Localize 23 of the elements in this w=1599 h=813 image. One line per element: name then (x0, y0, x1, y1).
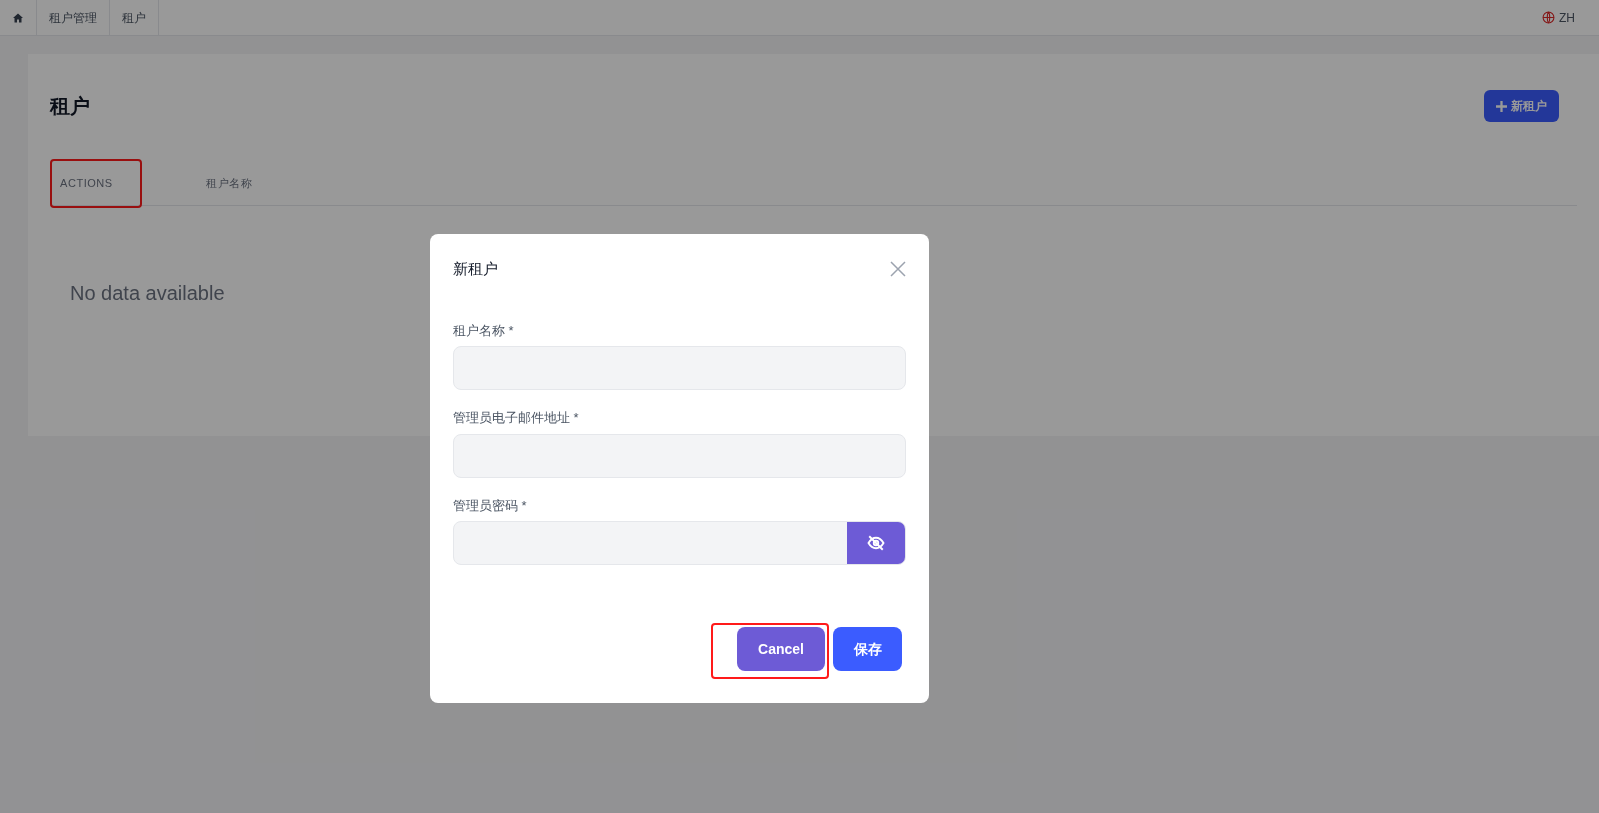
password-field[interactable] (453, 521, 906, 565)
close-icon[interactable] (890, 261, 906, 278)
field-label: 租户名称 * (453, 321, 515, 340)
save-button[interactable]: 保存 (833, 627, 902, 671)
cancel-button[interactable]: Cancel (737, 627, 825, 671)
empty-message: No data available (69, 281, 226, 306)
input-field[interactable] (453, 346, 906, 390)
column-header: ACTIONS (60, 177, 113, 190)
home-icon[interactable] (12, 11, 24, 24)
field-label: 管理员电子邮件地址 * (453, 409, 580, 427)
dialog-title: 新租户 (453, 259, 498, 279)
column-header: 租户名称 (206, 177, 253, 190)
field-label: 管理员密码 * (453, 496, 528, 515)
input-field[interactable] (453, 433, 906, 478)
breadcrumb-link[interactable]: 租户管理 (37, 0, 110, 35)
plus-icon (1496, 100, 1507, 112)
toggle-visibility-button[interactable] (847, 522, 905, 564)
globe-icon (1542, 11, 1555, 24)
add-tenant-button[interactable]: 新租户 (1484, 90, 1559, 122)
language-selector[interactable]: ZH (1559, 8, 1575, 27)
eye-slash-icon (867, 534, 885, 552)
page-title: 租户 (50, 94, 90, 119)
breadcrumb-link[interactable]: 租户 (110, 0, 159, 35)
